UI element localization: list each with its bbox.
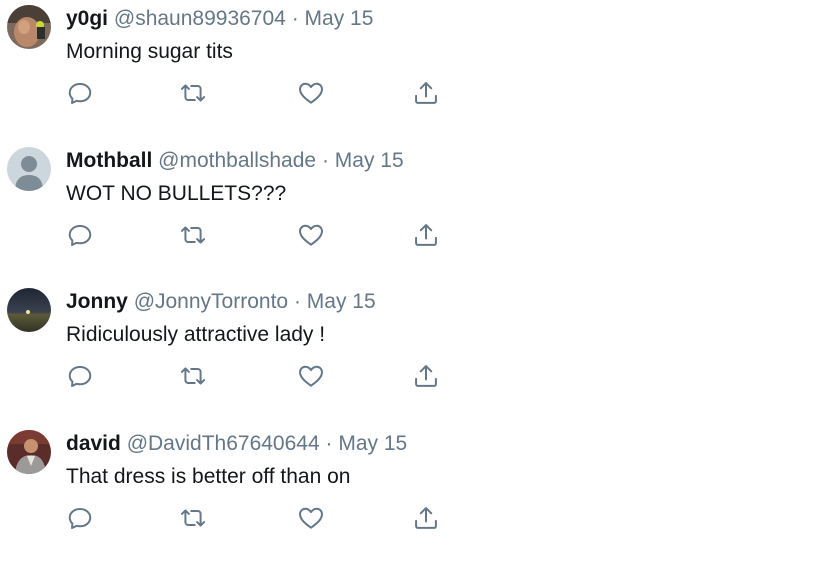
display-name[interactable]: Jonny [66, 290, 128, 313]
like-button[interactable] [297, 362, 327, 392]
retweet-button[interactable] [179, 362, 209, 392]
retweet-button[interactable] [179, 79, 209, 109]
heart-icon [299, 507, 323, 529]
separator-dot: · [325, 432, 333, 455]
tweet-date[interactable]: May 15 [305, 7, 374, 30]
user-handle[interactable]: @JonnyTorronto [134, 290, 288, 313]
reply-button[interactable] [66, 221, 96, 251]
user-handle[interactable]: @DavidTh67640644 [127, 432, 320, 455]
share-button[interactable] [412, 221, 442, 251]
tweet-actions [66, 504, 446, 534]
tweet-item[interactable]: david @DavidTh67640644 · May 15 That dre… [0, 425, 817, 567]
user-handle[interactable]: @mothballshade [158, 149, 316, 172]
heart-icon [299, 82, 323, 104]
separator-dot: · [293, 290, 301, 313]
tweet-header: y0gi @shaun89936704 · May 15 [66, 5, 373, 33]
share-icon [415, 82, 437, 104]
reply-button[interactable] [66, 79, 96, 109]
tweet-date[interactable]: May 15 [335, 149, 404, 172]
share-button[interactable] [412, 362, 442, 392]
retweet-icon [180, 84, 206, 102]
avatar[interactable] [7, 430, 51, 474]
tweet-item[interactable]: Jonny @JonnyTorronto · May 15 Ridiculous… [0, 283, 817, 425]
reply-icon [68, 225, 92, 247]
reply-icon [68, 83, 92, 105]
tweet-actions [66, 362, 446, 392]
display-name[interactable]: y0gi [66, 7, 108, 30]
reply-button[interactable] [66, 362, 96, 392]
reply-button[interactable] [66, 504, 96, 534]
reply-icon [68, 508, 92, 530]
share-icon [415, 507, 437, 529]
separator-dot: · [291, 7, 299, 30]
avatar[interactable] [7, 147, 51, 191]
tweet-actions [66, 79, 446, 109]
tweet-item[interactable]: Mothball @mothballshade · May 15 WOT NO … [0, 142, 817, 284]
reply-feed: y0gi @shaun89936704 · May 15 Morning sug… [0, 0, 817, 536]
tweet-date[interactable]: May 15 [307, 290, 376, 313]
like-button[interactable] [297, 504, 327, 534]
retweet-button[interactable] [179, 221, 209, 251]
retweet-icon [180, 367, 206, 385]
tweet-header: Jonny @JonnyTorronto · May 15 [66, 288, 376, 316]
share-icon [415, 224, 437, 246]
tweet-header: david @DavidTh67640644 · May 15 [66, 430, 407, 458]
tweet-text: That dress is better off than on [66, 465, 351, 488]
heart-icon [299, 365, 323, 387]
separator-dot: · [321, 149, 329, 172]
tweet-text: Morning sugar tits [66, 40, 233, 63]
retweet-button[interactable] [179, 504, 209, 534]
tweet-item[interactable]: y0gi @shaun89936704 · May 15 Morning sug… [0, 0, 817, 142]
tweet-date[interactable]: May 15 [338, 432, 407, 455]
user-handle[interactable]: @shaun89936704 [114, 7, 286, 30]
heart-icon [299, 224, 323, 246]
avatar[interactable] [7, 288, 51, 332]
share-icon [415, 365, 437, 387]
reply-icon [68, 366, 92, 388]
like-button[interactable] [297, 221, 327, 251]
tweet-text: WOT NO BULLETS??? [66, 182, 287, 205]
display-name[interactable]: Mothball [66, 149, 152, 172]
like-button[interactable] [297, 79, 327, 109]
share-button[interactable] [412, 504, 442, 534]
display-name[interactable]: david [66, 432, 121, 455]
tweet-text: Ridiculously attractive lady ! [66, 323, 326, 346]
tweet-actions [66, 221, 446, 251]
retweet-icon [180, 509, 206, 527]
avatar[interactable] [7, 5, 51, 49]
retweet-icon [180, 226, 206, 244]
share-button[interactable] [412, 79, 442, 109]
tweet-header: Mothball @mothballshade · May 15 [66, 147, 404, 175]
